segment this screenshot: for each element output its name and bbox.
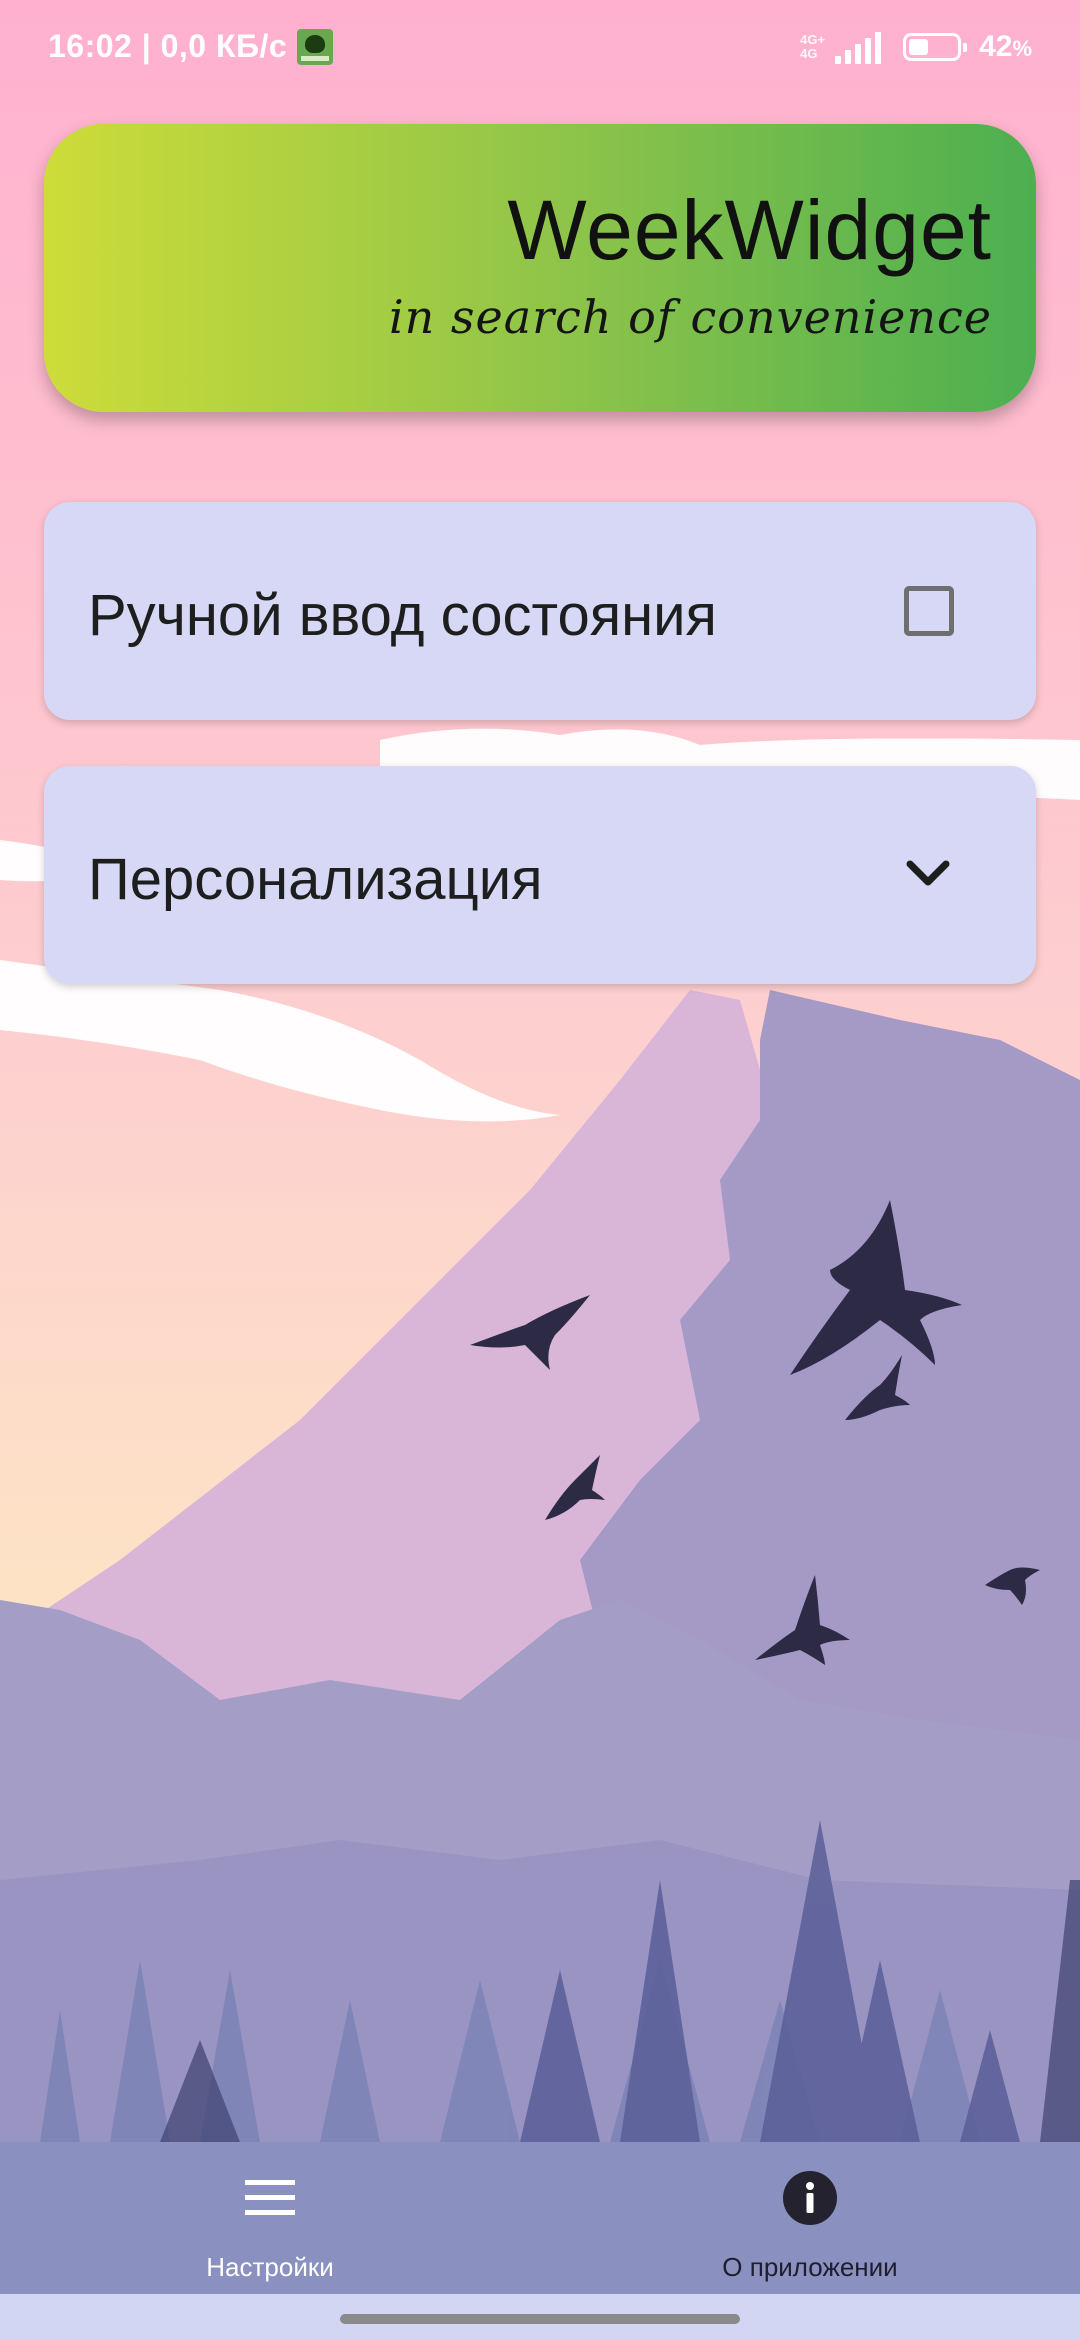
home-indicator[interactable] xyxy=(340,2314,740,2324)
signal-strength-icon xyxy=(835,30,882,64)
network-type-secondary: 4G xyxy=(800,46,818,61)
personalization-label: Персонализация xyxy=(88,847,543,912)
status-left: 16:02 | 0,0 КБ/с xyxy=(48,28,334,65)
gesture-bar xyxy=(0,2294,1080,2340)
nav-label-settings: Настройки xyxy=(206,2252,334,2282)
nav-item-settings[interactable]: Настройки xyxy=(0,2142,540,2294)
app-subtitle: in search of convenience xyxy=(388,290,992,344)
app-notification-icon xyxy=(297,28,334,65)
app-title: WeekWidget xyxy=(507,183,992,277)
manual-state-label: Ручной ввод состояния xyxy=(88,583,717,648)
network-type-primary: 4G+ xyxy=(800,32,826,47)
nav-label-about: О приложении xyxy=(722,2252,898,2282)
bottom-navigation: Настройки О приложении xyxy=(0,2142,1080,2294)
manual-state-card[interactable]: Ручной ввод состояния xyxy=(44,502,1036,720)
status-right: 4G+ 4G 42% xyxy=(800,30,1032,64)
battery-percent: 42% xyxy=(979,30,1032,63)
status-bar: 16:02 | 0,0 КБ/с 4G+ 4G 42% xyxy=(0,0,1080,100)
battery-icon xyxy=(903,33,968,61)
personalization-card[interactable]: Персонализация xyxy=(44,766,1036,984)
status-time-and-speed: 16:02 | 0,0 КБ/с xyxy=(48,28,288,64)
chevron-down-icon[interactable] xyxy=(898,844,958,904)
info-icon xyxy=(783,2171,837,2225)
app-header-banner: WeekWidget in search of convenience xyxy=(44,124,1036,412)
network-type: 4G+ 4G xyxy=(800,33,825,61)
battery-level-fill xyxy=(909,39,929,55)
checkbox-icon[interactable] xyxy=(904,586,954,636)
menu-icon xyxy=(245,2180,295,2215)
nav-item-about[interactable]: О приложении xyxy=(540,2142,1080,2294)
